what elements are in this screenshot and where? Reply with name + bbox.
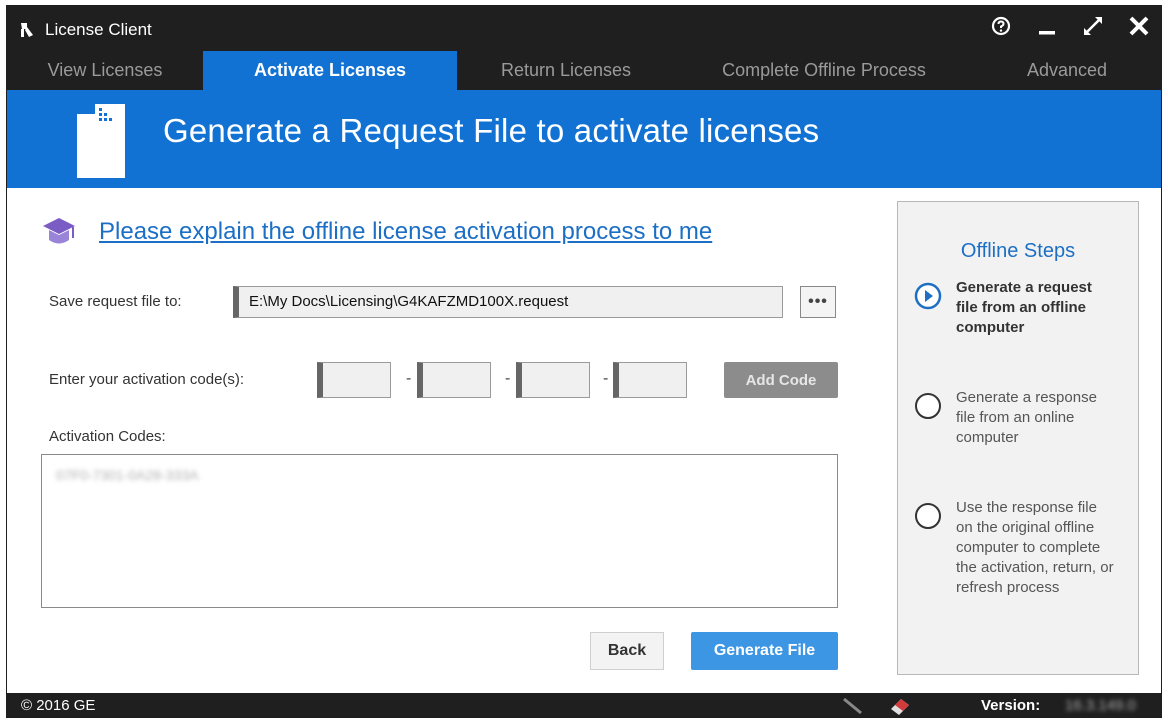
back-button[interactable]: Back xyxy=(590,632,664,670)
save-path-field[interactable]: E:\My Docs\Licensing\G4KAFZMD100X.reques… xyxy=(233,286,783,318)
page-header: Generate a Request File to activate lice… xyxy=(7,90,1161,188)
main-content: Please explain the offline license activ… xyxy=(7,188,1161,693)
tab-advanced[interactable]: Advanced xyxy=(973,51,1161,90)
save-request-label: Save request file to: xyxy=(49,293,182,310)
step-use-response: Use the response file on the original of… xyxy=(914,498,1116,598)
close-icon[interactable] xyxy=(1127,14,1151,38)
activation-code-field-4[interactable] xyxy=(613,362,687,398)
browse-button[interactable]: ••• xyxy=(800,286,836,318)
step-current-radio-icon xyxy=(914,282,942,310)
tab-label: View Licenses xyxy=(47,60,163,80)
tools-icon[interactable] xyxy=(841,696,865,716)
version-value: 16.3.149.0 xyxy=(1065,697,1136,714)
activation-code-field-1[interactable] xyxy=(317,362,391,398)
tab-label: Return Licenses xyxy=(500,60,632,80)
activation-code-entry[interactable]: 07F0-7301-0A28-333A xyxy=(56,467,823,483)
app-title-text: License Client xyxy=(45,20,152,39)
copyright-text: © 2016 GE xyxy=(21,697,96,714)
activation-code-field-3[interactable] xyxy=(516,362,590,398)
explain-process-link[interactable]: Please explain the offline license activ… xyxy=(99,218,712,246)
explain-row: Please explain the offline license activ… xyxy=(41,216,712,248)
code-separator: - xyxy=(406,370,412,387)
status-bar: © 2016 GE Version: 16.3.149.0 xyxy=(7,693,1161,717)
step-label: Use the response file on the original of… xyxy=(956,499,1114,596)
window-controls xyxy=(989,14,1151,38)
step-generate-request: Generate a request file from an offline … xyxy=(914,278,1116,338)
eraser-icon[interactable] xyxy=(887,695,913,717)
step-label: Generate a request file from an offline … xyxy=(956,279,1092,336)
activation-codes-list[interactable]: 07F0-7301-0A28-333A xyxy=(41,454,838,608)
license-client-window: License Client View Licenses Activate Li… xyxy=(6,5,1162,718)
tab-label: Activate Licenses xyxy=(253,60,407,80)
offline-steps-title: Offline Steps xyxy=(960,240,1076,262)
generate-file-button[interactable]: Generate File xyxy=(691,632,838,670)
maximize-icon[interactable] xyxy=(1081,14,1105,38)
tab-activate-licenses[interactable]: Activate Licenses xyxy=(203,51,457,90)
tab-complete-offline-process[interactable]: Complete Offline Process xyxy=(675,51,973,90)
help-icon[interactable] xyxy=(989,14,1013,38)
app-logo-icon xyxy=(21,23,33,37)
code-separator: - xyxy=(505,370,511,387)
step-radio-icon xyxy=(915,393,941,419)
page-title: Generate a Request File to activate lice… xyxy=(163,112,820,149)
tab-view-licenses[interactable]: View Licenses xyxy=(7,51,203,90)
activation-code-label: Enter your activation code(s): xyxy=(49,371,245,388)
title-bar: License Client View Licenses Activate Li… xyxy=(7,6,1161,90)
version-label: Version: xyxy=(981,697,1041,714)
step-radio-icon xyxy=(915,503,941,529)
status-icons xyxy=(841,695,913,717)
activation-codes-label: Activation Codes: xyxy=(49,428,166,445)
tab-label: Advanced xyxy=(1026,60,1108,80)
add-code-button[interactable]: Add Code xyxy=(724,362,838,398)
minimize-icon[interactable] xyxy=(1035,14,1059,38)
app-title: License Client xyxy=(19,16,152,44)
tab-return-licenses[interactable]: Return Licenses xyxy=(457,51,675,90)
tab-bar: View Licenses Activate Licenses Return L… xyxy=(7,51,1161,90)
activation-code-field-2[interactable] xyxy=(417,362,491,398)
offline-steps-panel: Offline Steps Generate a request file fr… xyxy=(897,201,1139,675)
code-separator: - xyxy=(603,370,609,387)
step-generate-response: Generate a response file from an online … xyxy=(914,388,1116,448)
step-label: Generate a response file from an online … xyxy=(956,389,1097,446)
document-icon xyxy=(77,104,125,178)
tab-label: Complete Offline Process xyxy=(722,60,926,80)
graduation-cap-icon xyxy=(43,218,75,244)
